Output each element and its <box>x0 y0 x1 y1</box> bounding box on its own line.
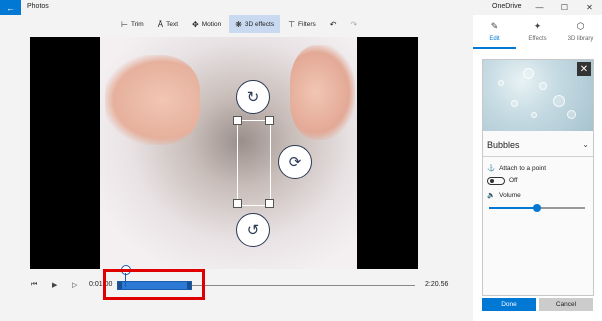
divider <box>483 156 593 157</box>
play-icon: ▶ <box>52 282 58 289</box>
volume-slider-thumb[interactable] <box>533 204 541 212</box>
minimize-icon[interactable]: — <box>527 0 552 15</box>
rewind-icon: ⏮ <box>31 281 38 288</box>
rewind-button[interactable]: ⏮ <box>31 281 37 289</box>
attach-row: ⚓ Attach to a point <box>487 164 547 173</box>
remove-effect-button[interactable]: ✕ <box>577 62 591 76</box>
bubble <box>531 112 537 118</box>
rotate-bottom-icon: ↺ <box>246 222 260 239</box>
resize-handle[interactable] <box>233 116 242 125</box>
tab-label: Edit <box>489 36 500 42</box>
bubble <box>523 68 534 79</box>
volume-slider-fill <box>489 207 537 209</box>
window-controls: — ☐ ✕ <box>527 0 602 15</box>
undo-icon: ↶ <box>329 19 337 29</box>
panel-tabs: ✎ Edit ✦ Effects ⬡ 3D library <box>473 15 602 49</box>
next-frame-icon: ▷ <box>72 282 78 289</box>
rotate-x-handle[interactable]: ↻ <box>236 80 270 114</box>
bubble <box>567 110 576 119</box>
tool-label: 3D effects <box>244 20 275 28</box>
play-button[interactable]: ▶ <box>52 281 57 289</box>
tool-label: Trim <box>130 20 144 28</box>
sparkle-icon: ✦ <box>533 21 542 31</box>
tab-label: Effects <box>528 36 547 42</box>
tool-3d-effects[interactable]: ❋ 3D effects <box>229 15 281 33</box>
attach-label: Attach to a point <box>499 164 547 172</box>
effect-selection-box[interactable] <box>237 120 271 206</box>
filters-icon: ⊤ <box>288 19 296 29</box>
done-button[interactable]: Done <box>482 298 536 311</box>
redo-icon: ↷ <box>350 19 358 29</box>
motion-icon: ✥ <box>192 19 199 29</box>
volume-label: Volume <box>499 191 521 199</box>
pencil-icon: ✎ <box>490 21 499 31</box>
back-button[interactable]: ← <box>0 0 21 15</box>
effect-name: Bubbles <box>487 140 520 150</box>
volume-slider[interactable] <box>489 204 585 212</box>
tool-text[interactable]: Ā Text <box>152 15 184 33</box>
app-title: Photos <box>27 3 49 10</box>
title-bar: ← Photos OneDrive — ☐ ✕ <box>0 0 602 15</box>
tab-edit[interactable]: ✎ Edit <box>473 15 516 49</box>
redo-button[interactable]: ↷ <box>344 15 363 33</box>
undo-button[interactable]: ↶ <box>324 15 343 33</box>
bubble <box>498 80 504 86</box>
rotate-z-handle[interactable]: ↺ <box>236 213 270 247</box>
tool-label: Text <box>166 20 178 28</box>
effects-panel: ✎ Edit ✦ Effects ⬡ 3D library ✕ Bubbles … <box>473 15 602 321</box>
bubble <box>539 82 547 90</box>
total-time: 2:20.56 <box>425 281 449 288</box>
close-window-icon[interactable]: ✕ <box>577 0 602 15</box>
bubble <box>511 100 518 107</box>
editor-toolbar: ⊢ Trim Ā Text ✥ Motion ❋ 3D effects ⊤ Fi… <box>115 15 363 33</box>
rotate-top-icon: ↻ <box>246 89 260 106</box>
next-frame-button[interactable]: ▷ <box>72 281 77 289</box>
toggle-state-label: Off <box>509 177 518 184</box>
rotate-right-icon: ⟳ <box>288 154 302 171</box>
volume-row: 🔈 Volume <box>487 191 521 200</box>
tab-3d-library[interactable]: ⬡ 3D library <box>559 15 602 49</box>
tool-label: Motion <box>201 20 222 28</box>
text-icon: Ā <box>157 19 164 29</box>
resize-handle[interactable] <box>265 199 274 208</box>
attach-toggle[interactable] <box>487 177 505 185</box>
chevron-down-icon[interactable]: ⌄ <box>582 140 589 149</box>
effect-card: ✕ Bubbles ⌄ ⚓ Attach to a point Off 🔈 Vo… <box>482 59 594 296</box>
tab-label: 3D library <box>567 36 594 42</box>
maximize-icon[interactable]: ☐ <box>552 0 577 15</box>
close-icon: ✕ <box>579 63 589 75</box>
cancel-button[interactable]: Cancel <box>539 298 593 311</box>
resize-handle[interactable] <box>233 199 242 208</box>
resize-handle[interactable] <box>265 116 274 125</box>
trim-icon: ⊢ <box>121 19 128 29</box>
toggle-knob <box>490 179 494 183</box>
speaker-icon: 🔈 <box>487 192 496 199</box>
cube-icon: ⬡ <box>576 21 585 31</box>
bubble <box>553 95 565 107</box>
onedrive-label: OneDrive <box>492 3 522 10</box>
anchor-icon: ⚓ <box>487 165 496 172</box>
tool-filters[interactable]: ⊤ Filters <box>282 15 322 33</box>
tool-trim[interactable]: ⊢ Trim <box>115 15 150 33</box>
video-hand-left <box>105 55 200 145</box>
back-arrow-icon: ← <box>6 2 15 13</box>
rotate-y-handle[interactable]: ⟳ <box>278 145 312 179</box>
tool-label: Filters <box>298 20 316 28</box>
tab-effects[interactable]: ✦ Effects <box>516 15 559 49</box>
tool-motion[interactable]: ✥ Motion <box>186 15 227 33</box>
video-hand-right <box>290 45 355 140</box>
highlight-box <box>103 269 205 300</box>
3d-effects-icon: ❋ <box>235 19 242 29</box>
